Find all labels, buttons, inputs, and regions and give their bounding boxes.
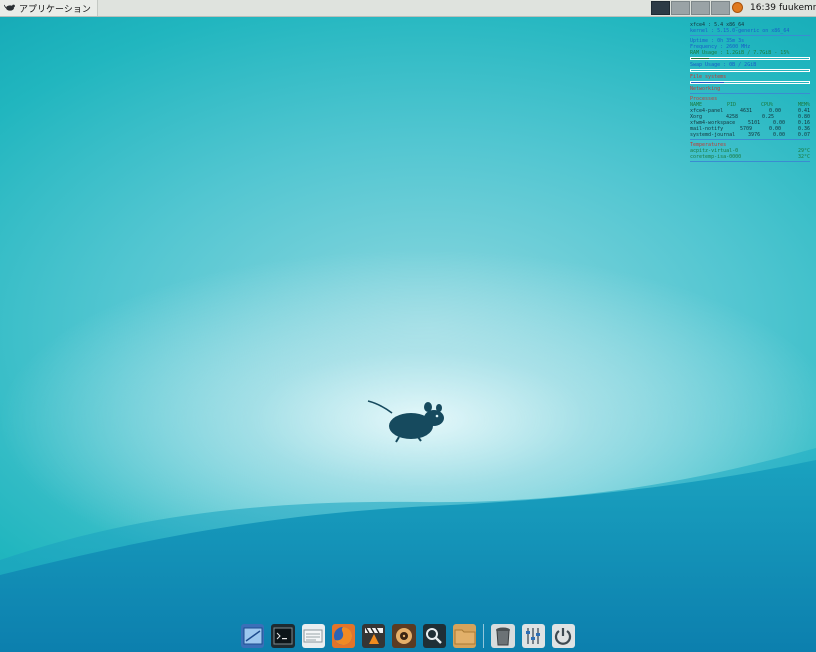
terminal-icon[interactable] — [271, 624, 295, 648]
media-player-icon[interactable] — [362, 624, 386, 648]
conky-separator — [690, 139, 810, 140]
panel-clock[interactable]: 16:39 — [750, 0, 776, 16]
conky-filesystems-header: File systems — [690, 74, 727, 80]
process-pid: 3976 — [748, 132, 761, 138]
logout-icon[interactable] — [551, 624, 576, 648]
sensor-value: 32°C — [797, 154, 810, 160]
conky-process-row: systemd-journal 3976 0.00 0.07 — [690, 132, 810, 138]
user-menu[interactable]: fuukemn — [779, 0, 816, 16]
conky-ram-line: RAM Usage : 1.2GiB / 7.7GiB - 15% — [690, 50, 790, 56]
settings-manager-icon[interactable] — [521, 624, 545, 648]
app-finder-icon[interactable] — [422, 624, 446, 648]
mail-reader-icon[interactable] — [301, 624, 325, 648]
workspace-1[interactable] — [651, 1, 670, 15]
conky-swap-line: Swap Usage : 0B / 2GiB — [690, 62, 757, 68]
conky-swap-bar — [690, 69, 810, 72]
xfce-mouse-logo — [367, 400, 444, 443]
process-cpu: 0.00 — [772, 132, 786, 138]
conky-fs-bar — [690, 81, 810, 84]
process-pid: 4631 — [740, 108, 753, 114]
conky-kernel-line: kernel : 5.15.0-generic on x86_64 — [690, 28, 790, 34]
update-notifier-icon[interactable] — [732, 2, 743, 13]
xfce-mouse-icon — [3, 3, 16, 14]
workspace-4[interactable] — [711, 1, 730, 15]
workspace-2[interactable] — [671, 1, 690, 15]
sensor-name: coretemp-isa-0000 — [690, 154, 742, 160]
conky-ram-bar — [690, 57, 810, 60]
conky-networking-header: Networking — [690, 86, 721, 92]
applications-menu-button[interactable]: アプリケーション — [0, 0, 98, 16]
process-name: systemd-journal — [690, 132, 736, 138]
process-mem: 0.07 — [797, 132, 810, 138]
dock-separator — [483, 624, 485, 648]
applications-menu-label: アプリケーション — [19, 4, 91, 15]
top-panel: アプリケーション 16:39 fuukemn — [0, 0, 816, 17]
show-desktop-icon[interactable] — [241, 624, 265, 648]
bottom-dock — [237, 621, 579, 651]
conky-separator — [690, 35, 810, 36]
audio-player-icon[interactable] — [392, 624, 416, 648]
file-manager-icon[interactable] — [452, 624, 477, 648]
conky-system-monitor: xfce4 : 5.4 x86_64 kernel : 5.15.0-gener… — [690, 22, 810, 164]
workspace-3[interactable] — [691, 1, 710, 15]
conky-separator — [690, 93, 810, 94]
conky-temperature-row: coretemp-isa-0000 32°C — [690, 154, 810, 160]
trash-icon[interactable] — [491, 624, 515, 648]
col-pid: PID — [726, 102, 737, 108]
firefox-icon[interactable] — [331, 624, 356, 648]
conky-separator — [690, 161, 810, 162]
workspace-switcher[interactable] — [651, 1, 730, 15]
